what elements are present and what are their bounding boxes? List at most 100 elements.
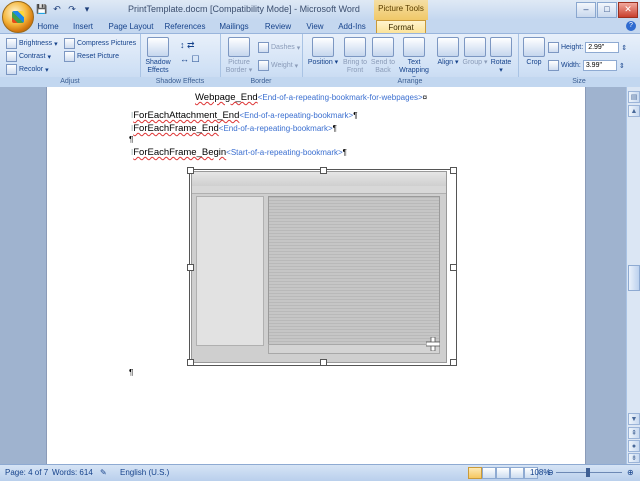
border-group-label: Border xyxy=(220,77,302,87)
zoom-in-icon[interactable]: ⊕ xyxy=(627,468,634,477)
arrange-group: Position ▾ Bring to Front Send to Back T… xyxy=(302,34,519,87)
tab-review[interactable]: Review xyxy=(260,20,296,33)
size-group: Crop Height: 2.99" ⇕ Width: 3.99" ⇕ Size xyxy=(518,34,640,87)
office-button[interactable] xyxy=(2,1,34,33)
window-controls: – □ ✕ xyxy=(576,2,638,18)
weight-button[interactable]: Weight ▾ xyxy=(258,60,298,71)
bookmark-comment: <End-of-a-repeating-bookmark> xyxy=(218,124,333,133)
dashes-icon xyxy=(258,42,269,53)
picture-bottom-bar xyxy=(268,344,440,354)
bookmark-name: Webpage_End xyxy=(195,92,258,103)
resize-handle[interactable] xyxy=(187,167,194,174)
width-input[interactable]: 3.99" xyxy=(582,60,617,71)
bring-to-front-button[interactable]: Bring to Front xyxy=(342,37,368,75)
language-indicator[interactable]: English (U.S.) xyxy=(120,468,169,477)
office-logo-icon xyxy=(12,11,24,23)
resize-handle[interactable] xyxy=(320,359,327,366)
adjust-group: Brightness ▾ Contrast ▾ Recolor ▾ Compre… xyxy=(0,34,141,87)
tab-references[interactable]: References xyxy=(162,20,208,33)
close-button[interactable]: ✕ xyxy=(618,2,638,18)
print-layout-view-button[interactable] xyxy=(468,467,482,479)
help-icon[interactable]: ? xyxy=(626,21,636,31)
resize-handle[interactable] xyxy=(450,359,457,366)
ruler-toggle-icon[interactable]: ▤ xyxy=(628,91,640,103)
document-page[interactable]: Webpage_End<End-of-a-repeating-bookmark-… xyxy=(46,87,586,464)
contrast-button[interactable]: Contrast ▾ xyxy=(6,51,51,62)
document-area[interactable]: Webpage_End<End-of-a-repeating-bookmark-… xyxy=(0,87,626,464)
document-line[interactable]: IForEachAttachment_End<End-of-a-repeatin… xyxy=(131,110,358,121)
previous-page-icon[interactable]: ⇞ xyxy=(628,427,640,439)
vertical-scrollbar[interactable]: ▤ ▲ ▼ ⇞ ● ⇟ xyxy=(626,87,640,464)
resize-handle[interactable] xyxy=(187,264,194,271)
width-spinner[interactable]: ⇕ xyxy=(619,62,625,70)
bring-to-front-icon xyxy=(344,37,366,57)
full-screen-reading-view-button[interactable] xyxy=(482,467,496,479)
resize-handle[interactable] xyxy=(450,264,457,271)
arrange-group-label: Arrange xyxy=(302,77,518,87)
send-to-back-button[interactable]: Send to Back xyxy=(370,37,396,75)
shadow-effects-button[interactable]: Shadow Effects xyxy=(142,37,174,75)
tab-page-layout[interactable]: Page Layout xyxy=(106,20,156,33)
maximize-button[interactable]: □ xyxy=(597,2,617,18)
bookmark-name: ForEachFrame_End xyxy=(133,123,219,134)
document-line[interactable]: Webpage_End<End-of-a-repeating-bookmark-… xyxy=(195,92,427,103)
shadow-nudge-icons[interactable]: ↕ ⇄ xyxy=(180,40,195,51)
height-spinner[interactable]: ⇕ xyxy=(621,44,627,52)
crop-button[interactable]: Crop xyxy=(522,37,546,67)
position-button[interactable]: Position ▾ xyxy=(306,37,340,67)
document-line[interactable]: ¶ xyxy=(129,367,133,378)
document-line[interactable]: ¶ xyxy=(129,134,133,145)
tab-view[interactable]: View xyxy=(302,20,328,33)
adjust-group-label: Adjust xyxy=(0,77,140,87)
contrast-icon xyxy=(6,51,17,62)
tab-format[interactable]: Format xyxy=(376,20,426,33)
document-line[interactable]: IForEachFrame_Begin<Start-of-a-repeating… xyxy=(131,147,347,158)
compress-pictures-button[interactable]: Compress Pictures xyxy=(64,38,136,49)
redo-icon[interactable]: ↷ xyxy=(66,3,78,15)
picture-border-button[interactable]: Picture Border ▾ xyxy=(222,37,256,75)
recolor-button[interactable]: Recolor ▾ xyxy=(6,64,49,75)
position-icon xyxy=(312,37,334,57)
picture-toolbar xyxy=(192,172,446,187)
reset-picture-button[interactable]: Reset Picture xyxy=(64,51,119,62)
scroll-down-icon[interactable]: ▼ xyxy=(628,413,640,425)
shadow-group-label: Shadow Effects xyxy=(140,77,220,87)
scroll-thumb[interactable] xyxy=(628,265,640,291)
tab-home[interactable]: Home xyxy=(34,20,62,33)
zoom-slider-thumb[interactable] xyxy=(586,468,590,477)
resize-handle[interactable] xyxy=(320,167,327,174)
browse-object-icon[interactable]: ● xyxy=(628,440,640,452)
shadow-toggle-icons[interactable]: ↔ ☐ xyxy=(180,54,200,65)
group-button[interactable]: Group ▾ xyxy=(462,37,488,67)
align-button[interactable]: Align ▾ xyxy=(436,37,460,67)
ribbon: Brightness ▾ Contrast ▾ Recolor ▾ Compre… xyxy=(0,33,640,88)
height-icon xyxy=(548,42,559,53)
outline-view-button[interactable] xyxy=(510,467,524,479)
brightness-button[interactable]: Brightness ▾ xyxy=(6,38,58,49)
tab-mailings[interactable]: Mailings xyxy=(214,20,254,33)
minimize-button[interactable]: – xyxy=(576,2,596,18)
page-count[interactable]: Page: 4 of 7 xyxy=(5,468,48,477)
tab-add-ins[interactable]: Add-Ins xyxy=(334,20,370,33)
dashes-button[interactable]: Dashes ▾ xyxy=(258,42,300,53)
save-icon[interactable]: 💾 xyxy=(36,3,48,15)
embedded-picture[interactable] xyxy=(187,167,457,366)
bookmark-comment: <Start-of-a-repeating-bookmark> xyxy=(226,148,343,157)
resize-handle[interactable] xyxy=(187,359,194,366)
height-control: Height: 2.99" ⇕ xyxy=(548,42,627,53)
document-line[interactable]: IForEachFrame_End<End-of-a-repeating-boo… xyxy=(131,123,337,134)
resize-handle[interactable] xyxy=(450,167,457,174)
next-page-icon[interactable]: ⇟ xyxy=(628,453,640,463)
spelling-check-icon[interactable]: ✎ xyxy=(100,468,107,477)
ribbon-tabs: Home Insert Page Layout References Maili… xyxy=(0,20,640,33)
align-icon xyxy=(437,37,459,57)
rotate-button[interactable]: Rotate ▾ xyxy=(488,37,514,75)
web-layout-view-button[interactable] xyxy=(496,467,510,479)
tab-insert[interactable]: Insert xyxy=(68,20,98,33)
word-count[interactable]: Words: 614 xyxy=(52,468,93,477)
scroll-up-icon[interactable]: ▲ xyxy=(628,105,640,117)
height-input[interactable]: 2.99" xyxy=(585,42,620,53)
zoom-out-icon[interactable]: ⊖ xyxy=(547,468,554,477)
customize-qat-icon[interactable]: ▾ xyxy=(81,3,93,15)
undo-icon[interactable]: ↶ xyxy=(51,3,63,15)
